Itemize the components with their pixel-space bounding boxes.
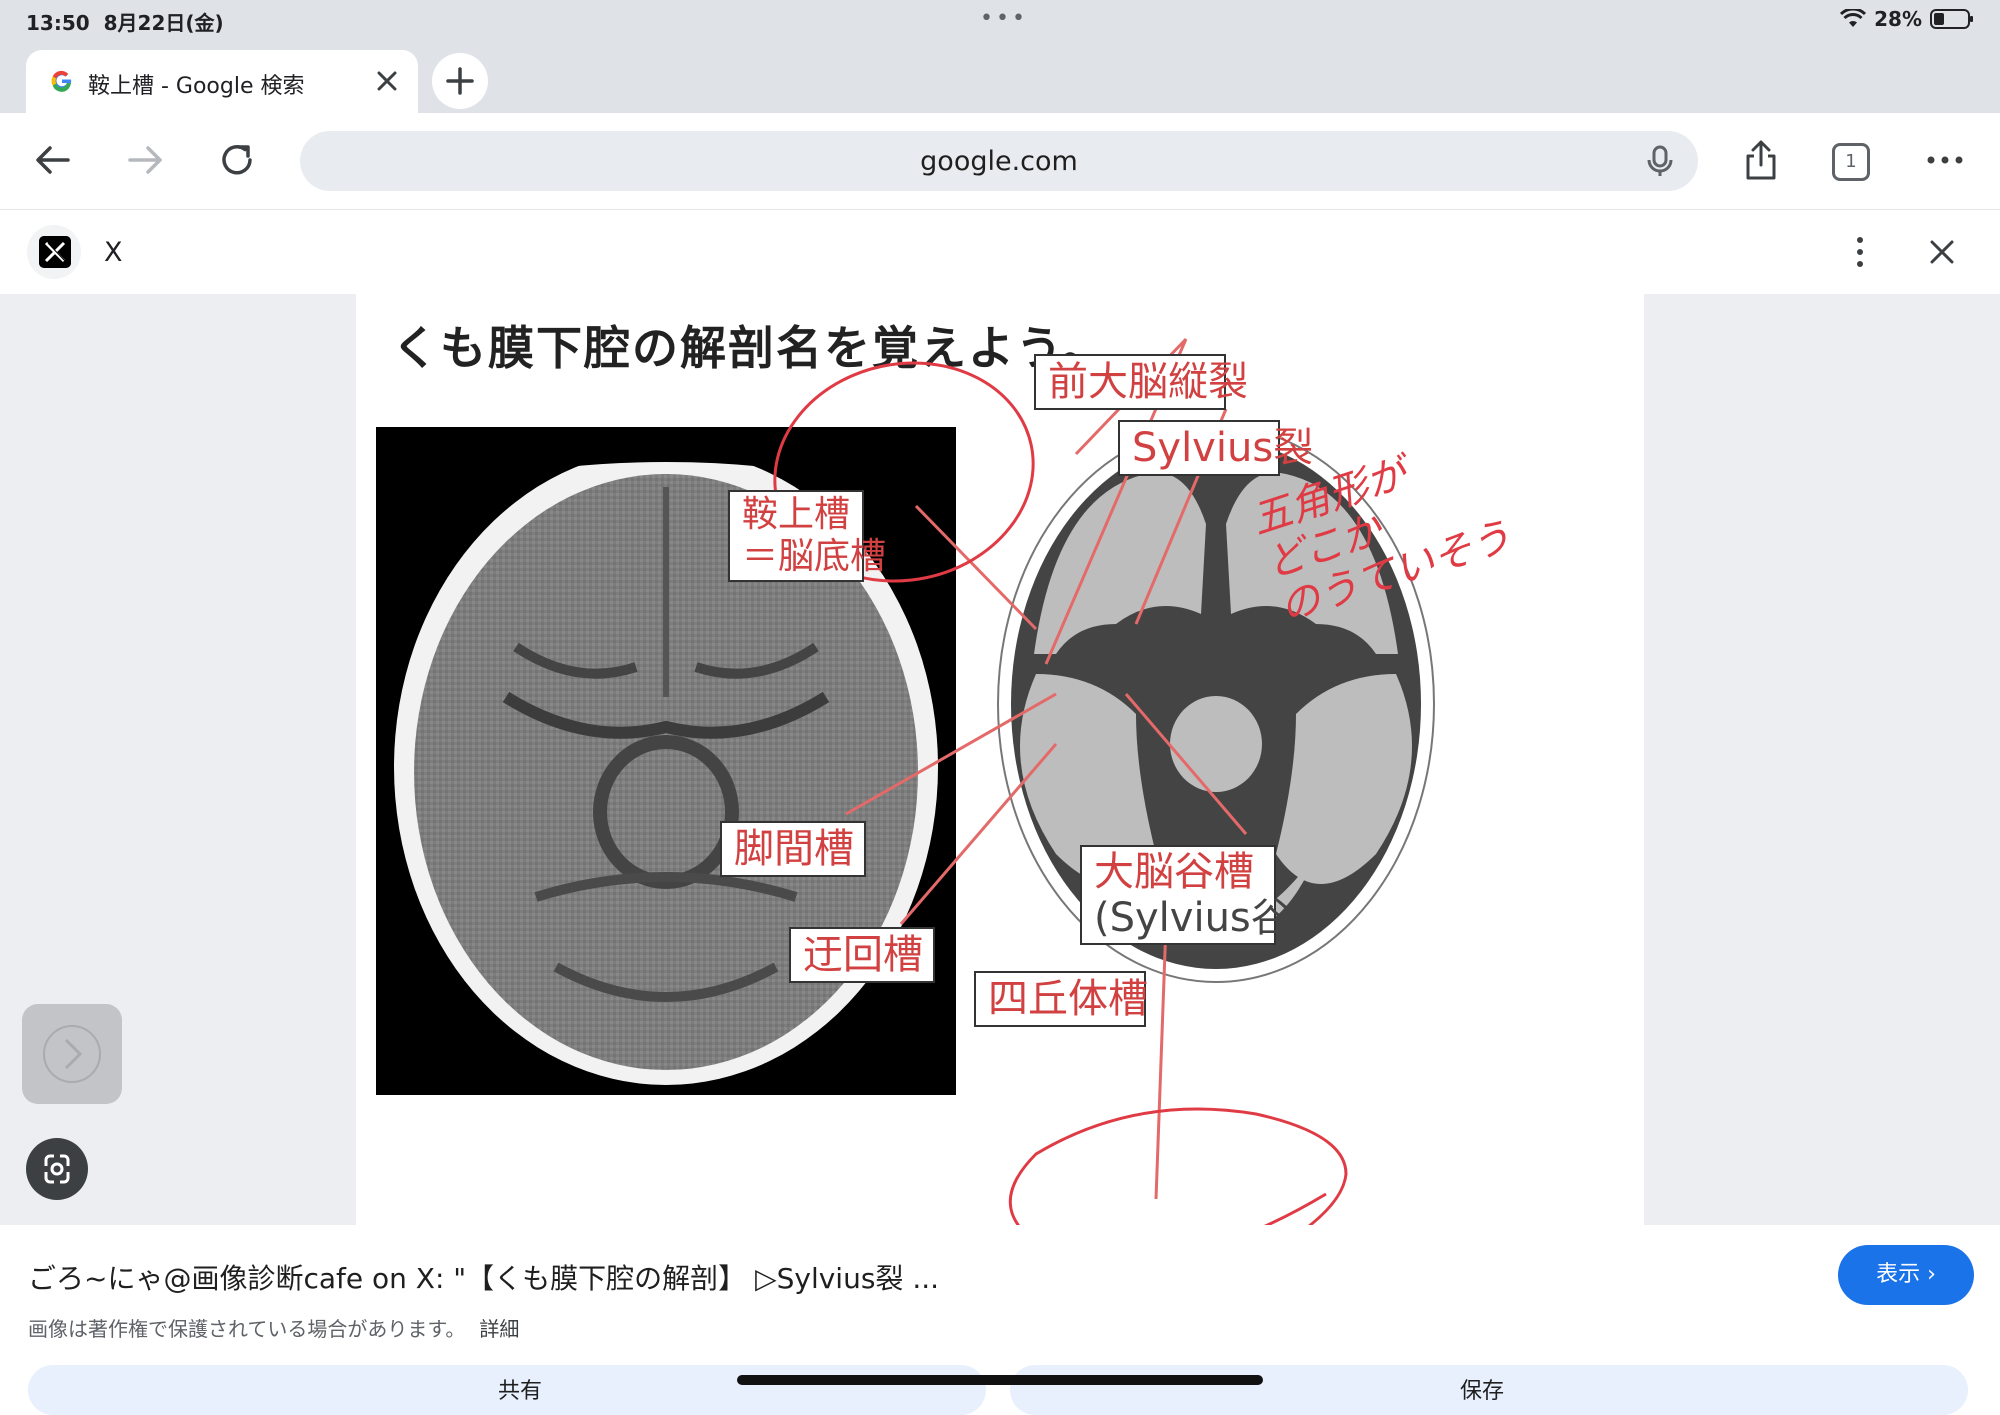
home-indicator	[737, 1375, 1263, 1385]
image-viewer: くも膜下腔の解剖名を覚えよう。 前大脳縦裂 Sylvius裂 鞍上槽 ＝脳底槽 …	[0, 294, 2000, 1225]
chevron-right-icon	[43, 1025, 101, 1083]
suprasellar-line-2: ＝脳底槽	[742, 536, 887, 577]
battery-percent: 28%	[1874, 7, 1922, 31]
status-time: 13:50 8月22日(金)	[26, 11, 224, 35]
label-suprasellar-cistern: 鞍上槽 ＝脳底槽	[728, 490, 887, 582]
label-sylvian-cistern: 大脳谷槽 (Sylvius谷)	[1080, 845, 1307, 945]
image-caption: ごろ~にゃ@画像診断cafe on X: "【くも膜下腔の解剖】 ▷Sylviu…	[0, 1225, 2000, 1415]
sylvian-cistern-line-1: 大脳谷槽	[1094, 849, 1254, 895]
label-ambient-cistern: 迂回槽	[789, 927, 935, 983]
close-viewer-icon[interactable]	[1920, 230, 1964, 274]
back-arrow-icon[interactable]	[30, 137, 76, 183]
label-sylvian-fissure: Sylvius裂	[1118, 420, 1313, 476]
x-logo-icon	[39, 236, 71, 268]
source-name[interactable]: X	[104, 237, 123, 268]
next-image-button[interactable]	[22, 1004, 122, 1104]
browser-toolbar: google.com 1	[0, 113, 2000, 210]
url-text: google.com	[920, 146, 1078, 177]
google-lens-button[interactable]	[26, 1138, 88, 1200]
reload-icon[interactable]	[214, 137, 260, 183]
label-quadrigeminal-cistern: 四丘体槽	[974, 971, 1148, 1027]
multitask-dots[interactable]: •••	[980, 6, 1028, 31]
google-icon	[51, 70, 72, 92]
tab-title: 鞍上槽 - Google 検索	[88, 74, 305, 99]
forward-arrow-icon[interactable]	[122, 137, 168, 183]
view-button[interactable]: 表示 ›	[1838, 1245, 1974, 1305]
vertical-more-icon[interactable]	[1848, 230, 1872, 274]
tab-strip: 鞍上槽 - Google 検索	[0, 40, 2000, 113]
microphone-icon[interactable]	[1642, 143, 1678, 179]
tab-count-button[interactable]: 1	[1832, 143, 1870, 181]
lens-icon	[44, 1154, 70, 1184]
share-icon[interactable]	[1738, 137, 1784, 183]
save-button[interactable]: 保存	[1010, 1365, 1968, 1415]
image-source-header: X	[0, 210, 2000, 294]
wifi-icon	[1840, 9, 1867, 27]
label-interpeduncular-cistern: 脚間槽	[720, 821, 866, 877]
battery-icon	[1930, 9, 1973, 29]
caption-title[interactable]: ごろ~にゃ@画像診断cafe on X: "【くも膜下腔の解剖】 ▷Sylviu…	[28, 1257, 939, 1297]
suprasellar-line-1: 鞍上槽	[742, 494, 851, 535]
more-menu-icon[interactable]	[1922, 137, 1968, 183]
status-right: 28%	[1840, 7, 1974, 31]
figure-image[interactable]: くも膜下腔の解剖名を覚えよう。 前大脳縦裂 Sylvius裂 鞍上槽 ＝脳底槽 …	[356, 294, 1644, 1225]
new-tab-button[interactable]	[432, 53, 488, 109]
copyright-notice: 画像は著作権で保護されている場合があります。 詳細	[28, 1317, 520, 1341]
close-tab-icon[interactable]	[370, 64, 404, 98]
details-link[interactable]: 詳細	[479, 1317, 519, 1341]
address-bar[interactable]: google.com	[300, 131, 1698, 191]
status-bar: 13:50 8月22日(金) ••• 28%	[0, 0, 2000, 40]
label-interhemispheric-fissure: 前大脳縦裂	[1034, 354, 1248, 410]
share-button[interactable]: 共有	[28, 1365, 986, 1415]
sylvian-cistern-line-2: (Sylvius谷)	[1094, 895, 1307, 941]
browser-tab[interactable]: 鞍上槽 - Google 検索	[26, 50, 418, 113]
plus-icon	[446, 67, 474, 95]
